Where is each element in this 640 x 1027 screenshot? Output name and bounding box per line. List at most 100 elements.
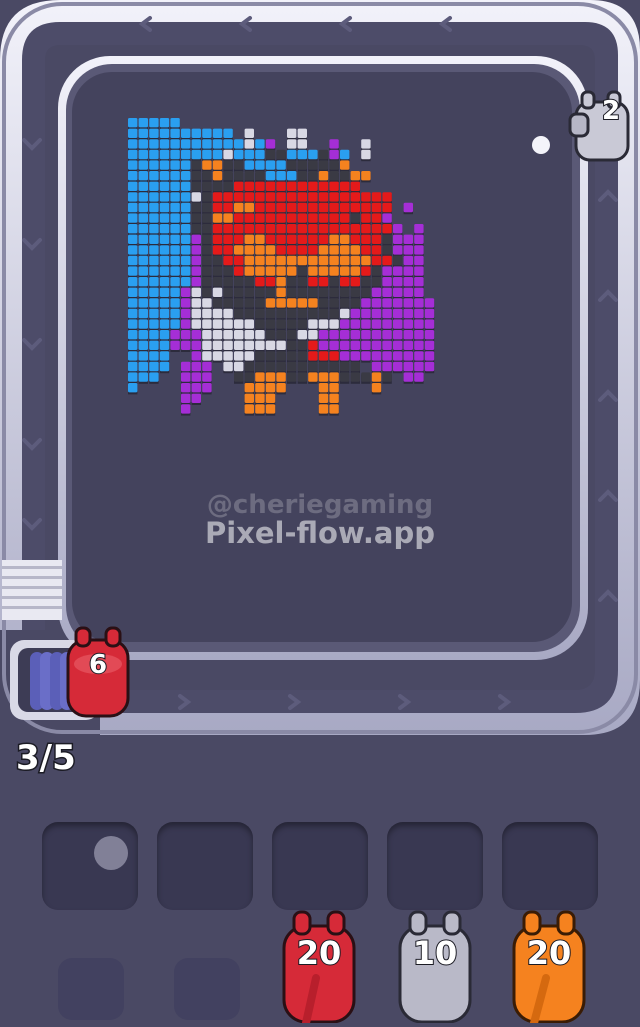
pixel-block: [128, 361, 138, 372]
pixel-block: [265, 277, 276, 287]
pixel-block: [276, 149, 286, 160]
pixel-block: [287, 298, 297, 308]
pixel-block: [308, 372, 318, 382]
pixel-block: [234, 330, 244, 340]
pixel-block: [414, 340, 424, 350]
queue-unit-orange[interactable]: 20: [508, 908, 590, 1027]
pixel-block: [212, 266, 223, 276]
pixel-block: [223, 277, 233, 287]
pixel-block: [202, 181, 212, 191]
pixel-block: [361, 171, 371, 181]
slot-5[interactable]: [502, 822, 598, 910]
pixel-block: [318, 266, 329, 276]
pixel-block: [318, 255, 329, 266]
pixel-block: [138, 213, 148, 223]
pixel-block: [202, 330, 212, 340]
pixel-block: [181, 213, 191, 223]
pixel-block: [361, 255, 371, 266]
pixel-block: [138, 308, 148, 319]
projectile: [532, 136, 550, 154]
pixel-block: [223, 128, 233, 138]
pixel-block: [244, 149, 254, 160]
pixel-block: [170, 149, 180, 160]
pixel-block: [149, 372, 159, 382]
pixel-block: [149, 202, 159, 213]
queue-unit-red[interactable]: 20: [278, 908, 360, 1027]
pixel-block: [223, 266, 233, 276]
pixel-block: [329, 171, 339, 181]
slot-2[interactable]: [157, 822, 253, 910]
pixel-block: [255, 372, 265, 382]
pixel-block: [424, 319, 435, 329]
pixel-block: [276, 266, 286, 276]
slot-4[interactable]: [387, 822, 483, 910]
slot-3[interactable]: [272, 822, 368, 910]
pixel-block: [393, 361, 403, 372]
pixel-block: [149, 319, 159, 329]
pixel-block: [393, 319, 403, 329]
pixel-block: [308, 361, 318, 372]
pixel-block: [308, 171, 318, 181]
pixel-block: [265, 393, 276, 403]
pixel-block: [382, 308, 392, 319]
pixel-block: [170, 139, 180, 149]
pixel-block: [159, 234, 170, 244]
pixel-block: [149, 181, 159, 191]
pixel-block: [149, 160, 159, 170]
pixel-block: [340, 149, 350, 160]
pixel-block: [128, 266, 138, 276]
pixel-block: [287, 361, 297, 372]
pixel-block: [202, 171, 212, 181]
pixel-block: [181, 287, 191, 297]
pixel-block: [159, 118, 170, 128]
pixel-block: [159, 160, 170, 170]
pixel-block: [297, 372, 307, 382]
pixel-block: [287, 202, 297, 213]
pixel-block: [223, 255, 233, 266]
pixel-block: [340, 160, 350, 170]
pixel-block: [371, 319, 382, 329]
pixel-block: [202, 266, 212, 276]
pixel-block: [202, 351, 212, 361]
pixel-block: [244, 213, 254, 223]
pixel-block: [234, 255, 244, 266]
pixel-block: [170, 245, 180, 255]
pixel-block: [234, 266, 244, 276]
pixel-block: [329, 160, 339, 170]
slot-1[interactable]: [42, 822, 138, 910]
pixel-block: [170, 340, 180, 350]
pixel-block: [159, 192, 170, 202]
pixel-block: [371, 234, 382, 244]
pixel-block: [170, 255, 180, 266]
pixel-block: [191, 181, 201, 191]
pixel-block: [297, 160, 307, 170]
pixel-block: [318, 372, 329, 382]
pixel-block: [265, 160, 276, 170]
pixel-block: [191, 361, 201, 372]
pixel-block: [340, 234, 350, 244]
pixel-block: [244, 192, 254, 202]
pixel-block: [287, 277, 297, 287]
pixel-block: [340, 192, 350, 202]
pixel-block: [403, 319, 413, 329]
pixel-block: [128, 277, 138, 287]
active-shooter[interactable]: 6: [62, 624, 134, 722]
queue-unit-silver[interactable]: 10: [394, 908, 476, 1024]
pixel-block: [244, 298, 254, 308]
pixel-block: [181, 298, 191, 308]
conveyor-shooter[interactable]: 2: [568, 88, 634, 168]
pixel-block: [138, 319, 148, 329]
pixel-block: [318, 361, 329, 372]
pixel-block: [149, 361, 159, 372]
pixel-block: [424, 361, 435, 372]
pixel-block: [234, 160, 244, 170]
pixel-block: [265, 139, 276, 149]
pixel-block: [361, 277, 371, 287]
pixel-block: [170, 277, 180, 287]
pixel-block: [371, 192, 382, 202]
pixel-block: [287, 192, 297, 202]
pixel-block: [138, 330, 148, 340]
pixel-block: [371, 372, 382, 382]
pixel-block: [223, 213, 233, 223]
pixel-block: [403, 340, 413, 350]
